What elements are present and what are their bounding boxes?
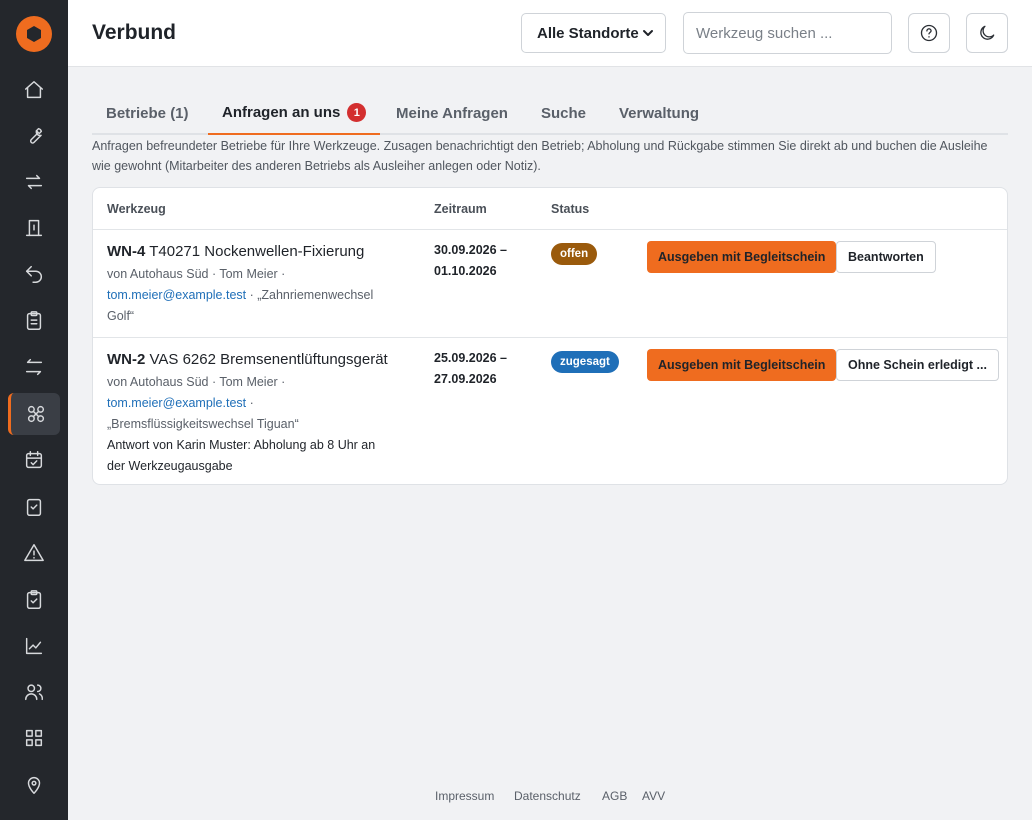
table-row: WN-4 T40271 Nockenwellen-Fixierung von A…	[93, 231, 1007, 338]
page-title: Verbund	[92, 21, 177, 44]
tab-label: Meine Anfragen	[396, 105, 508, 122]
location-select[interactable]: Alle Standorte	[521, 13, 666, 53]
clipboard-list-icon[interactable]	[8, 300, 60, 342]
requester-email-link[interactable]: tom.meier@example.test	[107, 288, 246, 302]
footer-link-impressum[interactable]: Impressum	[435, 789, 494, 803]
checkbox-icon[interactable]	[8, 486, 60, 528]
clipboard-check-icon[interactable]	[8, 579, 60, 621]
request-meta: von Autohaus Süd · Tom Meier · tom.meier…	[107, 264, 407, 327]
requester: von Autohaus Süd · Tom Meier ·	[107, 267, 286, 281]
column-header: Werkzeug	[107, 202, 166, 216]
moon-icon	[980, 25, 995, 40]
tool-name: T40271 Nockenwellen-Fixierung	[149, 243, 365, 260]
top-header: Verbund Alle Standorte	[68, 0, 1032, 67]
request-meta: von Autohaus Süd · Tom Meier · tom.meier…	[107, 372, 407, 435]
requests-table: Werkzeug Zeitraum Status WN-4 T40271 Noc…	[92, 187, 1008, 485]
tab-label: Betriebe (1)	[106, 105, 189, 122]
status-badge: offen	[551, 243, 598, 265]
period: 25.09.2026 – 27.09.2026	[434, 348, 507, 390]
hexagon-logo-icon[interactable]	[16, 16, 52, 52]
reply-text: Antwort von Karin Muster: Abholung ab 8 …	[107, 435, 407, 477]
request-note: ·	[246, 396, 254, 410]
reply-line: Antwort von Karin Muster: Abholung ab 8 …	[107, 438, 376, 452]
request-note: Golf“	[107, 309, 135, 323]
requester-email-link[interactable]: tom.meier@example.test	[107, 396, 246, 410]
chart-icon[interactable]	[8, 625, 60, 667]
tab-betriebe[interactable]: Betriebe (1)	[106, 92, 189, 135]
issue-with-slip-button[interactable]: Ausgeben mit Begleitschein	[647, 241, 837, 273]
tool-id: WN-2	[107, 351, 146, 368]
transfer-icon[interactable]	[8, 346, 60, 388]
theme-toggle-button[interactable]	[966, 13, 1008, 53]
tab-label: Suche	[541, 105, 587, 122]
footer-link-agb[interactable]: AGB	[602, 789, 627, 803]
tab-meine-anfragen[interactable]: Meine Anfragen	[396, 92, 508, 135]
column-header: Zeitraum	[434, 202, 487, 216]
tab-suche[interactable]: Suche	[541, 92, 586, 135]
tool-title: WN-2 VAS 6262 Bremsenentlüftungsgerät	[107, 351, 388, 368]
period-start: 25.09.2026 –	[434, 351, 507, 365]
tab-anfragen-an-uns[interactable]: Anfragen an uns 1	[208, 92, 381, 135]
tab-label: Verwaltung	[619, 105, 700, 122]
done-without-slip-button[interactable]: Ohne Schein erledigt ...	[836, 349, 999, 381]
intro-text: Anfragen befreundeter Betriebe für Ihre …	[92, 139, 988, 173]
wrench-icon[interactable]	[8, 115, 60, 157]
tab-label: Anfragen an uns	[222, 104, 341, 121]
footer-link-datenschutz[interactable]: Datenschutz	[514, 789, 581, 803]
request-note: „Bremsflüssigkeitswechsel Tiguan“	[107, 417, 299, 431]
request-note: · „Zahnriemenwechsel	[246, 288, 374, 302]
table-row: WN-2 VAS 6262 Bremsenentlüftungsgerät vo…	[93, 339, 1007, 485]
swap-icon[interactable]	[8, 161, 60, 203]
tab-verwaltung[interactable]: Verwaltung	[619, 92, 699, 135]
users-icon[interactable]	[8, 671, 60, 713]
period-end: 27.09.2026	[434, 372, 497, 386]
period-start: 30.09.2026 –	[434, 243, 507, 257]
grid-icon[interactable]	[8, 717, 60, 759]
table-header: Werkzeug Zeitraum Status	[93, 188, 1007, 230]
tab-bar: Betriebe (1) Anfragen an uns 1 Meine Anf…	[92, 92, 1008, 135]
reply-line: der Werkzeugausgabe	[107, 459, 233, 473]
tool-title: WN-4 T40271 Nockenwellen-Fixierung	[107, 243, 364, 260]
home-icon[interactable]	[8, 69, 60, 111]
requester: von Autohaus Süd · Tom Meier ·	[107, 375, 286, 389]
help-button[interactable]	[908, 13, 950, 53]
column-header: Status	[551, 202, 590, 216]
help-circle-icon	[920, 24, 938, 42]
footer-link-avv[interactable]: AVV	[642, 789, 665, 803]
status-badge: zugesagt	[551, 351, 619, 373]
search-input[interactable]	[683, 12, 892, 54]
sidebar	[0, 0, 68, 820]
tool-name: VAS 6262 Bremsenentlüftungsgerät	[149, 351, 388, 368]
reply-button[interactable]: Beantworten	[836, 241, 936, 273]
footer: Impressum Datenschutz AGB AVV	[0, 789, 1032, 805]
network-icon[interactable]	[8, 393, 60, 435]
period-end: 01.10.2026	[434, 264, 497, 278]
tool-id: WN-4	[107, 243, 146, 260]
notification-badge: 1	[347, 103, 367, 122]
location-select-value: Alle Standorte	[537, 24, 639, 42]
return-icon[interactable]	[8, 253, 60, 295]
warning-icon[interactable]	[8, 532, 60, 574]
issue-with-slip-button[interactable]: Ausgeben mit Begleitschein	[647, 349, 837, 381]
chevron-down-icon	[643, 30, 653, 36]
checkout-icon[interactable]	[8, 207, 60, 249]
calendar-check-icon[interactable]	[8, 439, 60, 481]
period: 30.09.2026 – 01.10.2026	[434, 240, 507, 282]
